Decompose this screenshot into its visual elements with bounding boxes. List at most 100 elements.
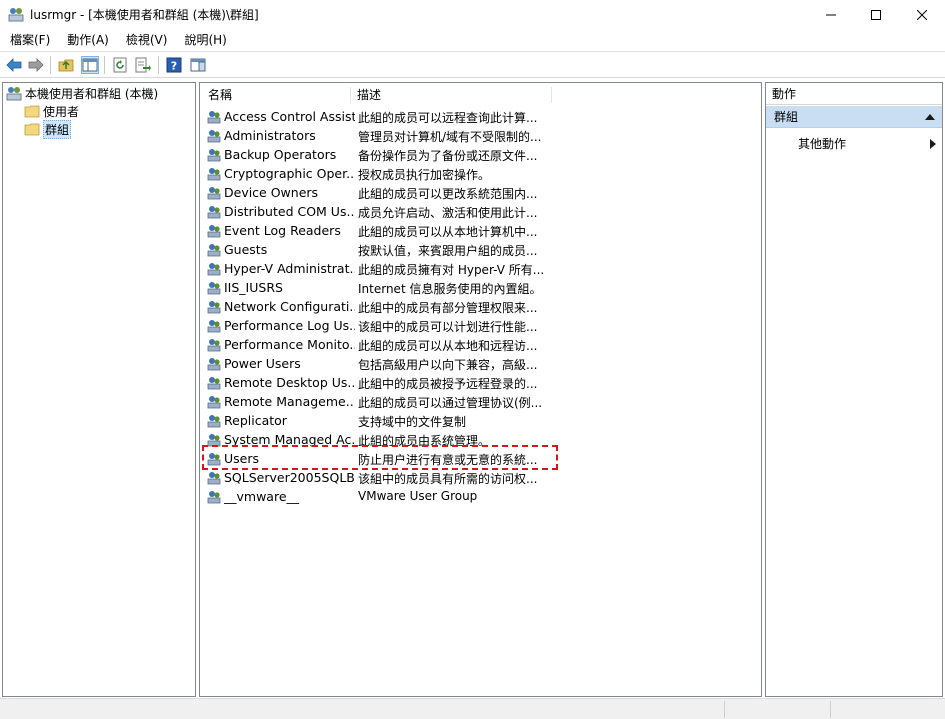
group-icon <box>207 320 221 333</box>
window-title: lusrmgr - [本機使用者和群組 (本機)\群組] <box>30 8 259 22</box>
show-hide-tree-icon <box>82 58 98 72</box>
group-description: 按默认值，来賓跟用户組的成员... <box>358 244 538 258</box>
table-row[interactable]: IIS_IUSRS Internet 信息服务使用的內置組。 <box>204 278 756 297</box>
group-icon <box>207 225 221 238</box>
table-row[interactable]: Power Users 包括高級用户以向下兼容，高級... <box>204 354 756 373</box>
close-button[interactable] <box>899 0 945 29</box>
maximize-button[interactable] <box>853 0 899 29</box>
table-row[interactable]: Network Configurati... 此組中的成员有部分管理权限来... <box>204 297 756 316</box>
actions-group-header[interactable]: 群組 <box>766 106 942 128</box>
help-button[interactable]: ? <box>165 56 183 74</box>
actions-pane: 動作 群組 其他動作 <box>765 82 943 697</box>
group-name: Hyper-V Administrat... <box>224 261 355 276</box>
properties-button[interactable] <box>189 56 207 74</box>
show-hide-tree-button[interactable] <box>81 56 99 74</box>
toolbar-separator <box>158 56 159 74</box>
tree-pane: 本機使用者和群組 (本機) 使用者 群組 <box>2 82 196 697</box>
up-folder-icon <box>58 59 74 72</box>
group-name: Performance Monito... <box>224 337 355 352</box>
table-row[interactable]: Performance Monito... 此組的成员可以从本地和远程访... <box>204 335 756 354</box>
table-row[interactable]: System Managed Ac... 此組的成员由系统管理。 <box>204 430 756 449</box>
group-icon <box>207 434 221 447</box>
column-divider[interactable] <box>551 87 552 103</box>
group-icon <box>207 263 221 276</box>
group-icon <box>207 491 221 504</box>
tree-item-users[interactable]: 使用者 <box>24 102 79 120</box>
table-row[interactable]: Cryptographic Oper... 授权成员执行加密操作。 <box>204 164 756 183</box>
group-icon <box>207 415 221 428</box>
group-description: VMware User Group <box>358 489 478 503</box>
group-name: Replicator <box>224 413 287 428</box>
table-row[interactable]: SQLServer2005SQLB... 该組中的成员具有所需的访问权... <box>204 468 756 487</box>
minimize-icon <box>826 14 836 15</box>
menu-file[interactable]: 檔案(F) <box>0 29 57 51</box>
group-name: Performance Log Us... <box>224 318 355 333</box>
folder-icon <box>24 105 40 118</box>
group-description: Internet 信息服务使用的內置組。 <box>358 282 542 296</box>
tree-root[interactable]: 本機使用者和群組 (本機) <box>6 84 158 102</box>
more-actions-item[interactable]: 其他動作 <box>798 135 938 153</box>
menu-help[interactable]: 說明(H) <box>174 29 233 51</box>
table-row[interactable]: Performance Log Us... 该組中的成员可以计划进行性能... <box>204 316 756 335</box>
export-list-icon <box>135 57 151 73</box>
table-row[interactable]: Access Control Assist... 此組的成员可以远程查询此计算..… <box>204 107 756 126</box>
table-row[interactable]: Backup Operators 备份操作员为了备份或还原文件... <box>204 145 756 164</box>
tree-item-users-label: 使用者 <box>43 104 80 119</box>
group-name: IIS_IUSRS <box>224 280 283 295</box>
table-row[interactable]: Users 防止用户进行有意或无意的系統... <box>204 449 756 468</box>
title-bar: lusrmgr - [本機使用者和群組 (本機)\群組] <box>0 0 945 29</box>
group-description: 该組中的成员具有所需的访问权... <box>358 472 538 486</box>
group-description: 此組的成员可以更改系統范围内... <box>358 187 538 201</box>
status-separator <box>830 701 831 718</box>
group-description: 管理员对计算机/域有不受限制的... <box>358 130 542 144</box>
computer-users-icon <box>6 87 22 101</box>
group-icon <box>207 358 221 371</box>
refresh-button[interactable] <box>111 56 129 74</box>
menu-view[interactable]: 檢視(V) <box>116 29 175 51</box>
table-row[interactable]: Device Owners 此組的成员可以更改系統范围内... <box>204 183 756 202</box>
export-list-button[interactable] <box>134 56 152 74</box>
forward-arrow-icon <box>28 58 44 72</box>
tree-item-groups[interactable]: 群組 <box>24 119 72 139</box>
table-row[interactable]: Remote Desktop Us... 此組中的成员被授予远程登录的... <box>204 373 756 392</box>
group-description: 成员允许启动、激活和使用此计... <box>358 206 538 220</box>
group-icon <box>207 244 221 257</box>
table-row[interactable]: Distributed COM Us... 成员允许启动、激活和使用此计... <box>204 202 756 221</box>
table-row[interactable]: Event Log Readers 此組的成员可以从本地计算机中... <box>204 221 756 240</box>
collapse-up-icon[interactable] <box>925 114 935 120</box>
back-arrow-icon <box>6 58 22 72</box>
folder-icon <box>24 123 40 136</box>
group-name: Network Configurati... <box>224 299 355 314</box>
toolbar: ? <box>0 51 945 78</box>
table-row[interactable]: __vmware__ VMware User Group <box>204 487 756 506</box>
group-name: Event Log Readers <box>224 223 341 238</box>
forward-button[interactable] <box>27 56 45 74</box>
column-header-description[interactable]: 描述 <box>351 85 551 105</box>
table-row[interactable]: Administrators 管理员对计算机/域有不受限制的... <box>204 126 756 145</box>
menu-bar: 檔案(F) 動作(A) 檢視(V) 說明(H) <box>0 29 945 51</box>
group-icon <box>207 149 221 162</box>
table-row[interactable]: Guests 按默认值，来賓跟用户組的成员... <box>204 240 756 259</box>
up-folder-button[interactable] <box>57 56 75 74</box>
group-description: 此組的成员可以从本地计算机中... <box>358 225 538 239</box>
menu-action[interactable]: 動作(A) <box>57 29 116 51</box>
group-name: Administrators <box>224 128 316 143</box>
column-header-name[interactable]: 名稱 <box>202 85 350 105</box>
table-row[interactable]: Remote Manageme... 此組的成员可以通过管理协议(例... <box>204 392 756 411</box>
back-button[interactable] <box>5 56 23 74</box>
group-icon <box>207 130 221 143</box>
group-name: Users <box>224 451 260 466</box>
table-row[interactable]: Replicator 支持域中的文件复制 <box>204 411 756 430</box>
svg-text:?: ? <box>171 60 177 73</box>
group-icon <box>207 168 221 181</box>
group-name: Access Control Assist... <box>224 109 355 124</box>
status-separator <box>724 701 725 718</box>
group-name: Power Users <box>224 356 301 371</box>
table-row[interactable]: Hyper-V Administrat... 此組的成员擁有对 Hyper-V 所… <box>204 259 756 278</box>
group-description: 此組的成员由系统管理。 <box>358 434 491 448</box>
submenu-arrow-icon <box>930 139 936 149</box>
properties-icon <box>190 58 206 72</box>
group-description: 备份操作员为了备份或还原文件... <box>358 149 538 163</box>
minimize-button[interactable] <box>808 0 854 29</box>
group-description: 支持域中的文件复制 <box>358 415 467 429</box>
